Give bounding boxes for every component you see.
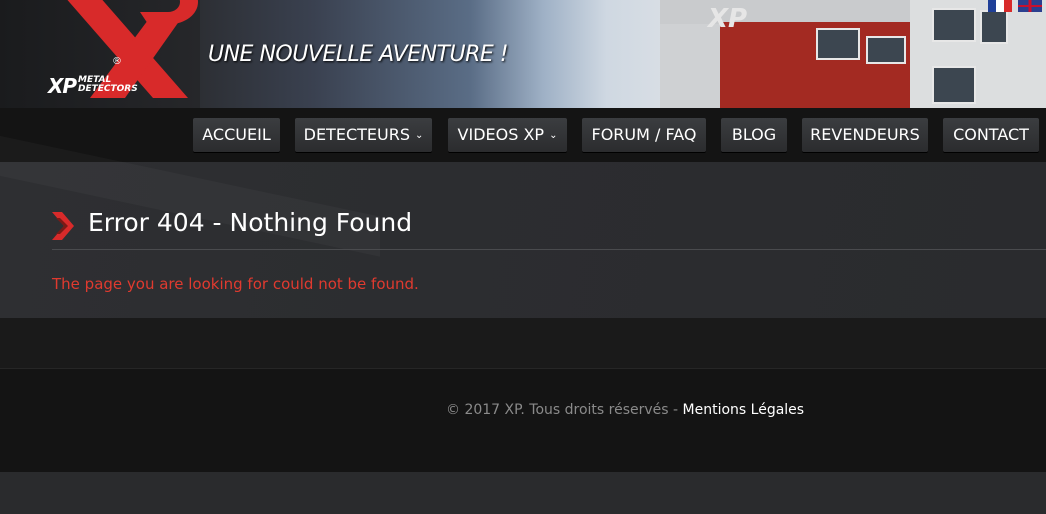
chevron-right-icon <box>52 212 74 240</box>
nav-item-label: BLOG <box>731 125 777 144</box>
logo[interactable]: ® XP METAL DETECTORS <box>0 0 200 108</box>
nav-item-videos-xp[interactable]: VIDEOS XP ⌄ <box>448 118 567 152</box>
logo-brand: XP <box>48 74 77 98</box>
copyright-text: © 2017 XP. Tous droits réservés - Mentio… <box>446 402 804 418</box>
copyright-label: © 2017 XP. Tous droits réservés - <box>446 402 683 418</box>
registered-mark: ® <box>112 56 122 67</box>
flag-france-icon[interactable] <box>988 0 1012 12</box>
nav-item-label: DETECTEURS <box>303 125 410 144</box>
nav-item-label: FORUM / FAQ <box>591 125 697 144</box>
nav-item-label: VIDEOS XP <box>457 125 545 144</box>
nav-item-label: ACCUEIL <box>202 125 271 144</box>
nav-item-label: REVENDEURS <box>810 125 920 144</box>
main-nav: ACCUEIL DETECTEURS ⌄ VIDEOS XP ⌄ FORUM / F… <box>0 108 1046 162</box>
divider <box>52 249 1046 250</box>
nav-item-forum-faq[interactable]: FORUM / FAQ <box>582 118 706 152</box>
footer-widgets <box>0 318 1046 368</box>
nav-item-contact[interactable]: CONTACT <box>943 118 1039 152</box>
building-sign: XP <box>708 4 748 34</box>
content-area: Error 404 - Nothing Found The page you a… <box>0 162 1046 318</box>
header-building-image: XP <box>560 0 1046 108</box>
language-switcher <box>982 0 1042 19</box>
site-footer: © 2017 XP. Tous droits réservés - Mentio… <box>0 368 1046 473</box>
nav-item-label: CONTACT <box>953 125 1029 144</box>
page-title: Error 404 - Nothing Found <box>88 208 413 237</box>
legal-notice-link[interactable]: Mentions Légales <box>683 402 805 418</box>
chevron-down-icon: ⌄ <box>414 130 424 141</box>
nav-item-revendeurs[interactable]: REVENDEURS <box>802 118 928 152</box>
page-bottom <box>0 472 1046 514</box>
site-header: ® XP METAL DETECTORS UNE NOUVELLE AVENTU… <box>0 0 1046 108</box>
nav-item-blog[interactable]: BLOG <box>721 118 787 152</box>
chevron-down-icon: ⌄ <box>549 130 558 141</box>
flag-uk-icon[interactable] <box>1018 0 1042 12</box>
header-slogan: UNE NOUVELLE AVENTURE ! <box>208 42 509 67</box>
nav-item-detecteurs[interactable]: DETECTEURS ⌄ <box>295 118 432 152</box>
nav-item-accueil[interactable]: ACCUEIL <box>193 118 280 152</box>
logo-subtitle: METAL DETECTORS <box>78 75 138 94</box>
error-message: The page you are looking for could not b… <box>52 275 419 293</box>
